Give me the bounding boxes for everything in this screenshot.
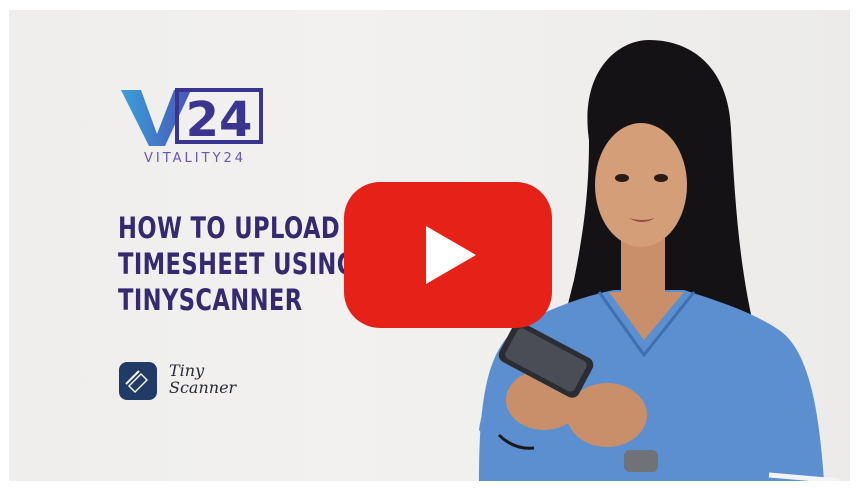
logo-number: 24 [186, 92, 253, 148]
logo-subtitle: VITALITY24 [144, 151, 247, 166]
watch-shape [624, 450, 658, 472]
tiny-scanner-icon [119, 362, 157, 400]
vitality24-logo: 24 [121, 88, 263, 148]
video-embed-frame: 24 VITALITY24 HOW TO UPLOAD YO TIMESHEET… [0, 0, 859, 488]
headline-line-2: TIMESHEET USING [118, 247, 356, 281]
logo-v-shape [121, 90, 191, 146]
left-eye-shape [615, 174, 629, 182]
headline-line-3: TINYSCANNER [118, 283, 303, 317]
video-thumbnail[interactable]: 24 VITALITY24 HOW TO UPLOAD YO TIMESHEET… [9, 10, 850, 481]
headline-line-1: HOW TO UPLOAD YO [118, 211, 384, 245]
face-shape [595, 123, 687, 247]
right-eye-shape [654, 174, 668, 182]
video-headline: HOW TO UPLOAD YO TIMESHEET USING TINYSCA… [118, 210, 384, 318]
tiny-scanner-line-1: Tiny [169, 361, 205, 380]
play-button[interactable] [344, 182, 552, 328]
tiny-scanner-line-2: Scanner [169, 378, 237, 397]
tiny-scanner-wordmark: Tiny Scanner [169, 362, 236, 396]
